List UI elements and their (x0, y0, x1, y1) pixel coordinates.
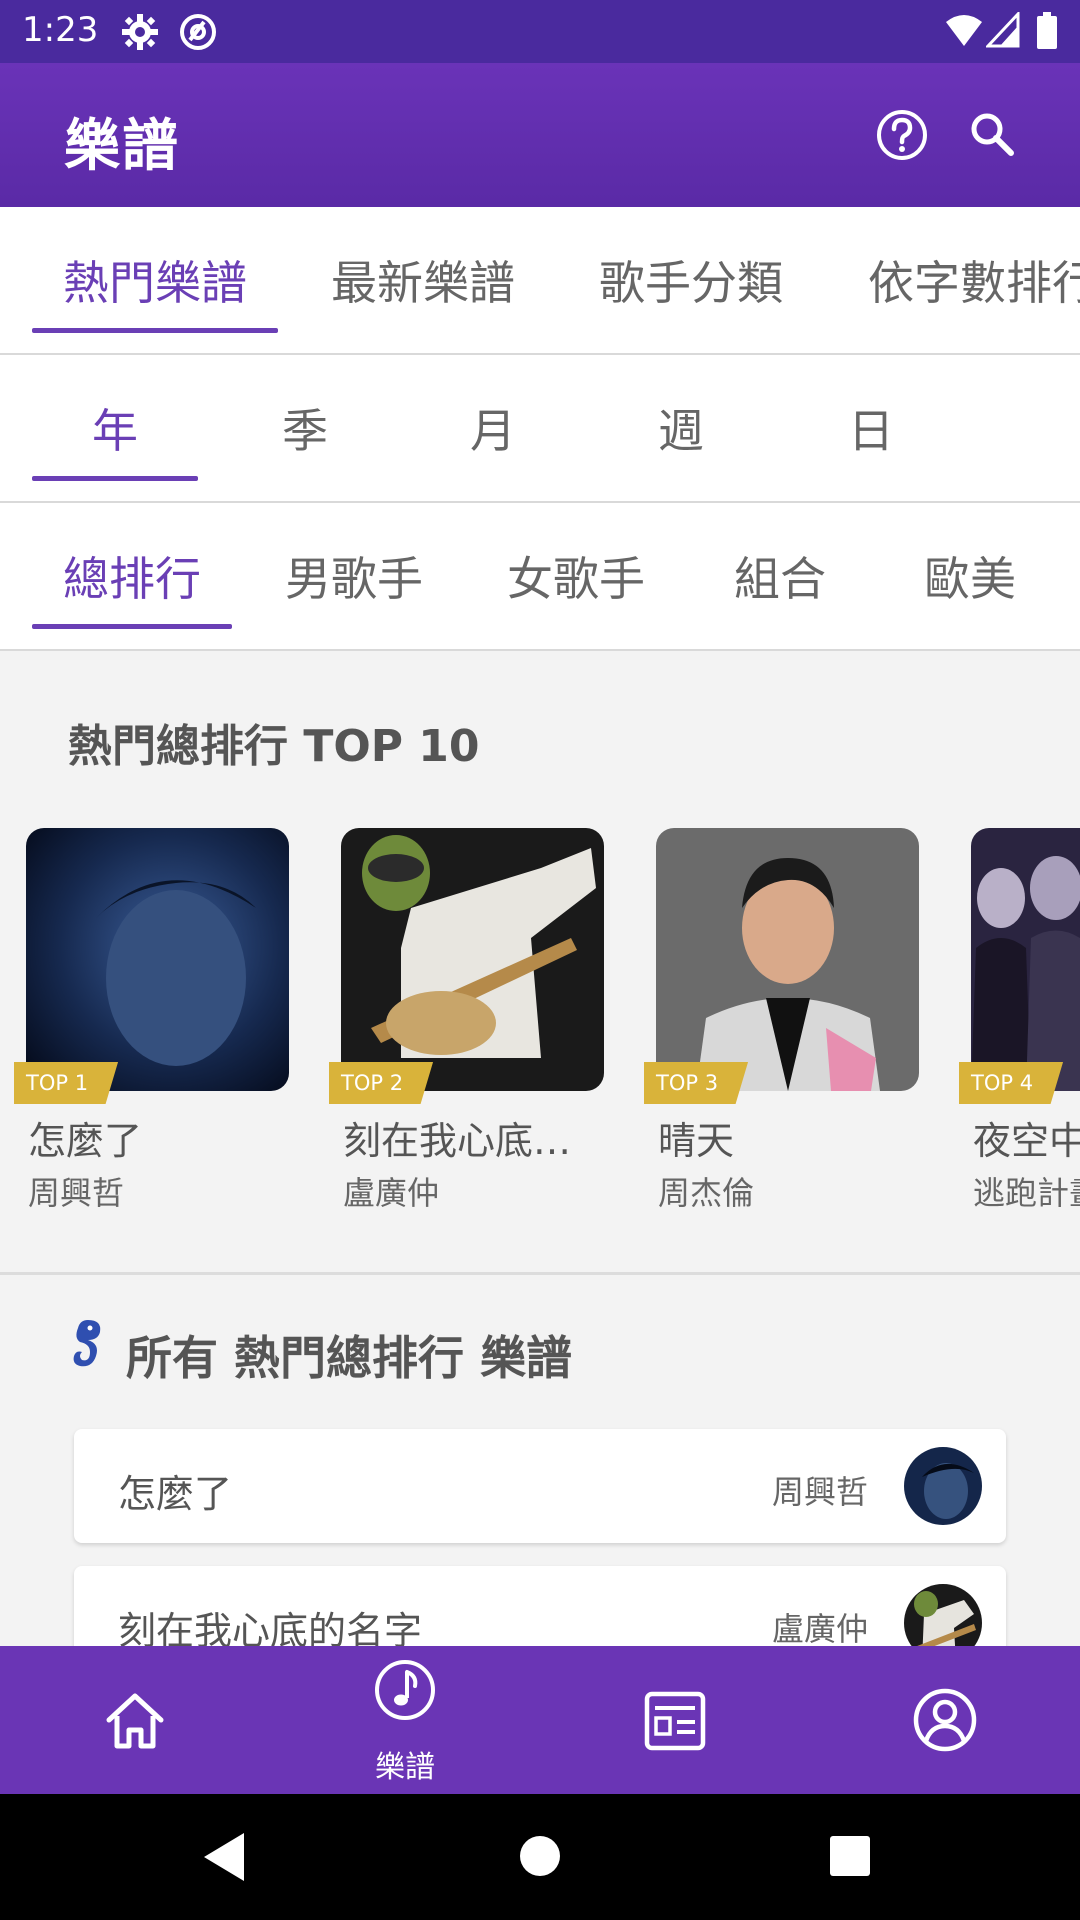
card-song-title: 夜空中 (973, 1119, 1080, 1163)
album-cover (656, 828, 919, 1091)
bottom-nav: 樂譜 (0, 1646, 1080, 1794)
nav-label: 樂譜 (375, 1750, 435, 1785)
nav-news[interactable] (540, 1646, 810, 1794)
section-divider (0, 1272, 1080, 1275)
tab-label: 日 (848, 404, 894, 458)
tab-word-count-rank[interactable]: 依字數排行 (868, 207, 1080, 353)
recents-icon[interactable] (830, 1836, 870, 1876)
tab-male-artists[interactable]: 男歌手 (254, 503, 454, 649)
status-bar: 1:23 (0, 0, 1080, 63)
home-icon (106, 1693, 164, 1749)
back-icon[interactable] (200, 1831, 250, 1883)
wifi-icon (944, 12, 984, 52)
card-artist: 周興哲 (28, 1174, 125, 1212)
list-item-artist: 周興哲 (771, 1473, 868, 1511)
tab-label: 最新樂譜 (331, 256, 515, 310)
tab-label: 女歌手 (507, 552, 645, 606)
card-song-title: 怎麼了 (28, 1119, 143, 1163)
card-song-title: 晴天 (658, 1119, 735, 1163)
all-list-title: 所有 熱門總排行 樂譜 (126, 1331, 573, 1385)
app-bar: 樂譜 (0, 63, 1080, 207)
tab-label: 季 (282, 404, 328, 458)
tab-label: 總排行 (63, 552, 201, 606)
tab-label: 歌手分類 (599, 256, 783, 310)
system-nav-bar (0, 1794, 1080, 1920)
album-cover (341, 828, 604, 1091)
tab-indicator (32, 624, 232, 629)
at-sign-icon (178, 12, 218, 56)
settings-icon (120, 12, 160, 56)
tab-indicator (32, 476, 198, 481)
tab-western[interactable]: 歐美 (870, 503, 1070, 649)
card-song-title: 刻在我心底的… (343, 1119, 605, 1163)
seahorse-logo-icon (66, 1316, 108, 1376)
tab-label: 組合 (734, 552, 826, 606)
tab-month[interactable]: 月 (410, 355, 576, 501)
tab-label: 歐美 (924, 552, 1016, 606)
tab-artist-category[interactable]: 歌手分類 (568, 207, 814, 353)
tab-female-artists[interactable]: 女歌手 (476, 503, 676, 649)
top10-title: 熱門總排行 TOP 10 (68, 721, 480, 772)
nav-sheet-music[interactable]: 樂譜 (270, 1646, 540, 1794)
nav-home[interactable] (0, 1646, 270, 1794)
list-item-artist: 盧廣仲 (771, 1610, 868, 1648)
tab-day[interactable]: 日 (788, 355, 954, 501)
page-title: 樂譜 (64, 114, 180, 179)
help-icon[interactable] (872, 105, 932, 165)
tab-season[interactable]: 季 (222, 355, 388, 501)
tab-week[interactable]: 週 (598, 355, 764, 501)
search-icon[interactable] (962, 105, 1022, 165)
status-time: 1:23 (22, 10, 99, 50)
battery-icon (1036, 12, 1058, 54)
home-circle-icon[interactable] (519, 1835, 561, 1877)
category-tabs: 熱門樂譜 最新樂譜 歌手分類 依字數排行 (0, 207, 1080, 355)
rank-ribbon: TOP 1 (14, 1062, 119, 1104)
avatar (904, 1447, 982, 1525)
period-tabs: 年 季 月 週 日 (0, 355, 1080, 503)
rank-ribbon: TOP 4 (959, 1062, 1064, 1104)
tab-indicator (32, 328, 278, 333)
tab-label: 熱門樂譜 (63, 256, 247, 310)
rank-ribbon: TOP 2 (329, 1062, 434, 1104)
signal-icon (984, 10, 1020, 52)
tab-groups[interactable]: 組合 (680, 503, 880, 649)
list-item[interactable]: 怎麼了 周興哲 (74, 1429, 1006, 1543)
tab-new-sheets[interactable]: 最新樂譜 (300, 207, 546, 353)
rank-ribbon: TOP 3 (644, 1062, 749, 1104)
tab-label: 男歌手 (285, 552, 423, 606)
tab-label: 依字數排行 (868, 256, 1080, 310)
album-cover (971, 828, 1080, 1091)
nav-profile[interactable] (810, 1646, 1080, 1794)
news-icon (644, 1691, 706, 1751)
card-artist: 盧廣仲 (343, 1174, 440, 1212)
tab-label: 週 (658, 404, 704, 458)
card-artist: 逃跑計畫 (973, 1174, 1080, 1212)
tab-label: 年 (92, 404, 138, 458)
ranking-tabs: 總排行 男歌手 女歌手 組合 歐美 (0, 503, 1080, 651)
album-cover (26, 828, 289, 1091)
tab-label: 月 (470, 404, 516, 458)
card-artist: 周杰倫 (658, 1174, 755, 1212)
list-item-song: 怎麼了 (118, 1472, 233, 1516)
profile-icon (913, 1688, 977, 1752)
music-note-icon (375, 1660, 435, 1720)
